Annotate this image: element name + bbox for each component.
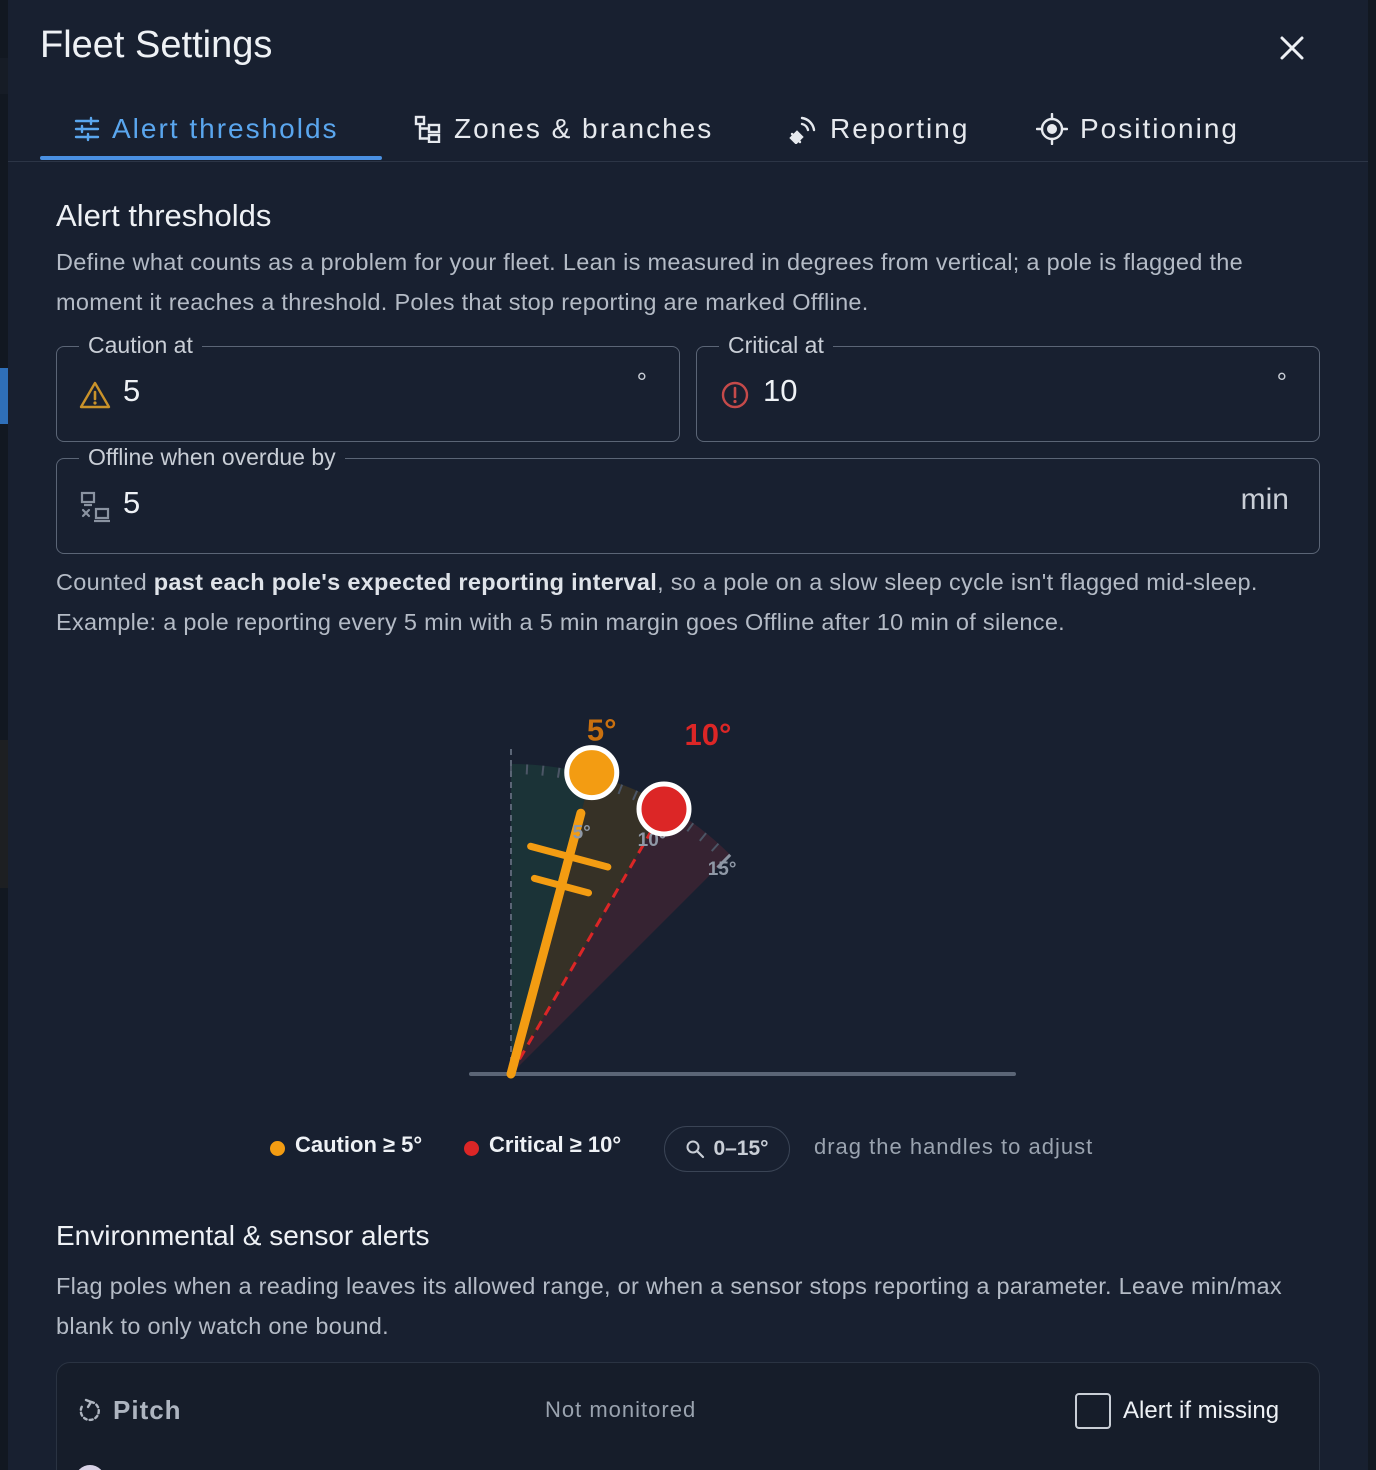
- backdrop-right: [1368, 0, 1376, 1470]
- tab-positioning[interactable]: Positioning: [1036, 96, 1239, 162]
- tab-label: Reporting: [830, 113, 970, 144]
- zoom-icon: [686, 1140, 705, 1159]
- alert-if-missing-checkbox[interactable]: Alert if missing: [1075, 1393, 1279, 1429]
- offline-value: 5: [123, 485, 141, 520]
- tab-label: Alert thresholds: [112, 113, 339, 144]
- warning-triangle-icon: [79, 381, 111, 409]
- offline-field[interactable]: Offline when overdue by 5 min: [56, 444, 1320, 554]
- gauge-legend: Caution ≥ 5° Critical ≥ 10° 0–15° drag t…: [8, 1126, 1368, 1174]
- error-circle-icon: [721, 381, 749, 409]
- zoom-range-chip[interactable]: 0–15°: [664, 1126, 790, 1172]
- sensor-name: Pitch: [77, 1395, 182, 1426]
- tab-reporting[interactable]: Reporting: [788, 96, 969, 162]
- backdrop-accent: [0, 368, 8, 424]
- critical-label: Critical at: [719, 332, 833, 359]
- tick-label-15: 15°: [708, 859, 737, 880]
- legend-critical: Critical ≥ 10°: [464, 1132, 621, 1158]
- offline-note: Counted past each pole's expected report…: [56, 562, 1296, 642]
- lean-gauge: 5° 10° 15° 5° 10°: [469, 713, 1016, 1079]
- critical-field[interactable]: Critical at 10 °: [696, 332, 1320, 442]
- offline-note-bold: past each pole's expected reporting inte…: [153, 569, 658, 595]
- tab-bar: Alert thresholds Zones & branches Report…: [8, 96, 1368, 162]
- section-title-alert-thresholds: Alert thresholds: [56, 198, 272, 233]
- sensor-status: Not monitored: [545, 1397, 697, 1422]
- close-button[interactable]: [1274, 30, 1310, 66]
- offline-note-prefix: Counted: [56, 569, 154, 595]
- offline-label: Offline when overdue by: [79, 444, 345, 471]
- close-icon: [1280, 36, 1304, 60]
- tab-zones-branches[interactable]: Zones & branches: [414, 96, 713, 162]
- alert-thresholds-description: Define what counts as a problem for your…: [56, 249, 1244, 315]
- critical-threshold-label: 10°: [685, 717, 732, 752]
- offline-unit: min: [1240, 483, 1289, 516]
- caution-handle[interactable]: [564, 745, 620, 801]
- caution-value: 5: [123, 373, 141, 408]
- backdrop-strip: [0, 58, 8, 94]
- caution-dot: [270, 1140, 285, 1156]
- active-tab-indicator: [40, 156, 382, 160]
- caution-field[interactable]: Caution at 5 °: [56, 332, 680, 442]
- zoom-chip-label: 0–15°: [713, 1137, 769, 1160]
- fleet-settings-dialog: Fleet Settings Alert thresholds Zones & …: [8, 0, 1368, 1470]
- tick-label-5: 5°: [573, 823, 591, 844]
- caution-label: Caution at: [79, 332, 202, 359]
- tab-label: Zones & branches: [454, 113, 714, 144]
- dialog-title: Fleet Settings: [40, 24, 273, 66]
- critical-handle[interactable]: [636, 781, 692, 837]
- offline-devices-icon: [80, 491, 110, 523]
- legend-caution-label: Caution ≥ 5°: [295, 1132, 423, 1157]
- tab-label: Positioning: [1080, 113, 1239, 144]
- tick-mark: [525, 764, 529, 775]
- legend-hint: drag the handles to adjust: [814, 1134, 1094, 1159]
- sensor-card-pitch: Pitch Not monitored Alert if missing: [56, 1362, 1320, 1470]
- rotate-icon: [79, 1398, 100, 1421]
- environmental-description: Flag poles when a reading leaves its all…: [56, 1273, 1282, 1339]
- checkbox-label: Alert if missing: [1123, 1397, 1280, 1424]
- sensor-name-label: Pitch: [113, 1395, 182, 1425]
- next-sensor-avatar: [75, 1465, 105, 1470]
- section-title-environmental: Environmental & sensor alerts: [56, 1220, 430, 1251]
- caution-unit: °: [636, 367, 647, 397]
- hierarchy-icon: [414, 115, 441, 143]
- legend-critical-label: Critical ≥ 10°: [489, 1132, 622, 1157]
- satellite-signal-icon: [789, 116, 816, 144]
- critical-unit: °: [1276, 367, 1287, 397]
- checkbox-box[interactable]: [1075, 1393, 1111, 1429]
- caution-threshold-label: 5°: [587, 713, 617, 748]
- critical-dot: [464, 1140, 479, 1156]
- tick-mark: [541, 765, 545, 776]
- gps-target-icon: [1036, 113, 1068, 145]
- legend-caution: Caution ≥ 5°: [270, 1132, 422, 1158]
- backdrop-panel: [0, 740, 8, 888]
- critical-value: 10: [763, 373, 798, 408]
- tab-alert-thresholds[interactable]: Alert thresholds: [74, 96, 339, 162]
- tune-icon: [74, 116, 100, 142]
